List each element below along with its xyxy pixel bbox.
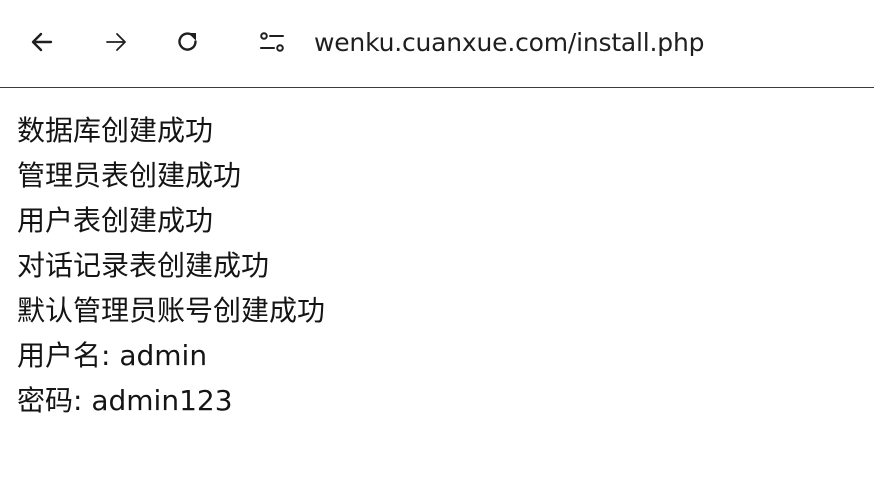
status-line-default-admin: 默认管理员账号创建成功 xyxy=(17,294,326,327)
reload-icon xyxy=(178,32,197,51)
reload-button[interactable] xyxy=(172,26,204,58)
arrow-right-icon xyxy=(106,33,126,51)
status-line-user-table: 用户表创建成功 xyxy=(17,204,214,237)
address-bar-url[interactable]: wenku.cuanxue.com/install.php xyxy=(314,25,704,61)
tune-icon xyxy=(260,32,284,52)
status-line-admin-table: 管理员表创建成功 xyxy=(17,159,242,192)
status-line-database: 数据库创建成功 xyxy=(17,114,214,147)
arrow-left-icon xyxy=(31,32,53,52)
username-line: 用户名: admin xyxy=(17,339,208,372)
forward-button[interactable] xyxy=(100,26,132,58)
back-button[interactable] xyxy=(26,26,58,58)
browser-toolbar: wenku.cuanxue.com/install.php xyxy=(0,0,874,88)
status-line-chat-table: 对话记录表创建成功 xyxy=(17,249,270,282)
page-content: 数据库创建成功 管理员表创建成功 用户表创建成功 对话记录表创建成功 默认管理员… xyxy=(17,108,857,423)
password-line: 密码: admin123 xyxy=(17,384,233,417)
site-info-button[interactable] xyxy=(256,26,288,58)
